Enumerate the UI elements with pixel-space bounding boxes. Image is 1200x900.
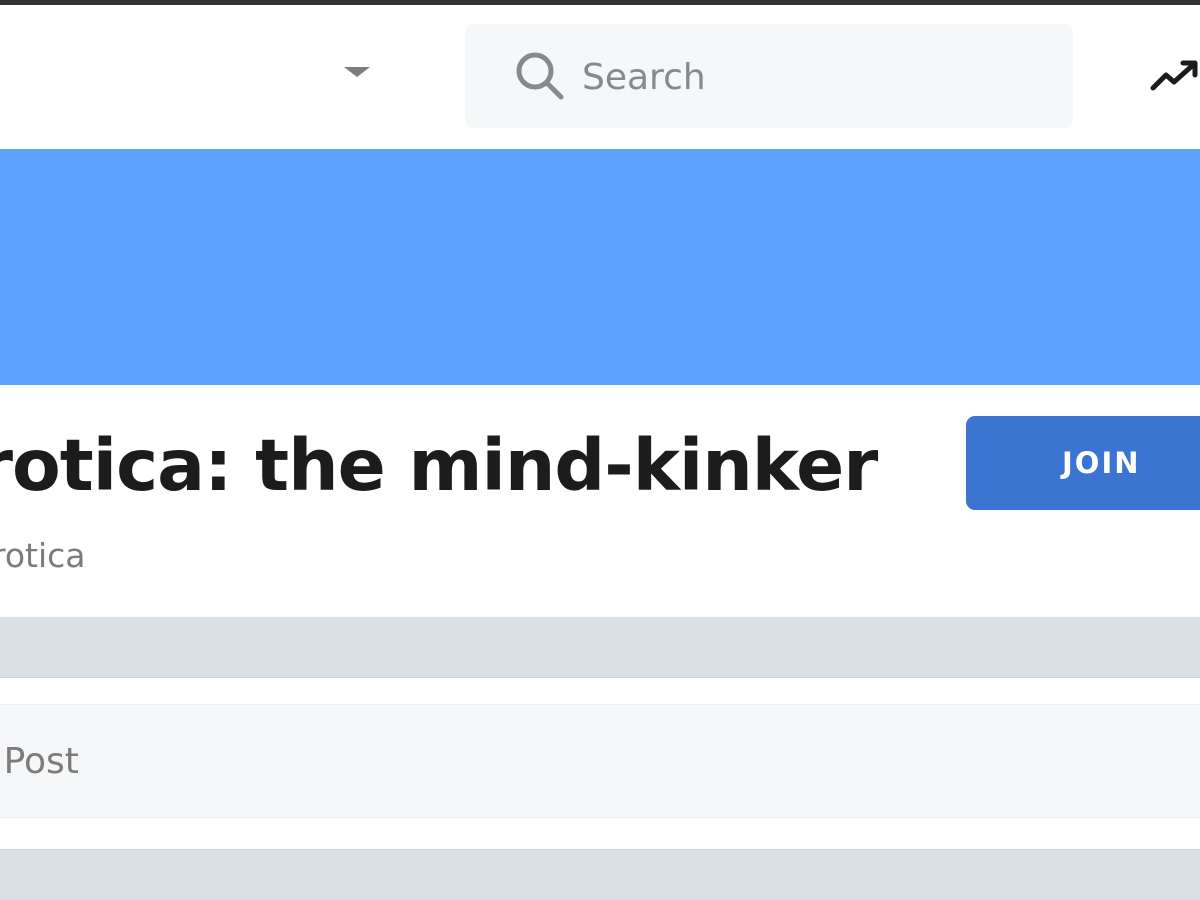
chevron-down-icon[interactable] — [344, 67, 370, 77]
trending-up-icon[interactable] — [1150, 58, 1200, 92]
section-divider — [0, 617, 1200, 678]
community-title: rotica: the mind-kinker — [0, 424, 878, 507]
feed-background — [0, 849, 1200, 900]
search-input[interactable] — [582, 44, 1042, 110]
community-name: rotica — [0, 536, 86, 575]
community-banner — [0, 149, 1200, 385]
create-post-input[interactable] — [0, 704, 1200, 818]
reddit-community-page: rotica: the mind-kinker rotica JOIN e Po… — [0, 0, 1200, 900]
join-button[interactable]: JOIN — [966, 416, 1200, 510]
search-icon — [516, 52, 564, 100]
